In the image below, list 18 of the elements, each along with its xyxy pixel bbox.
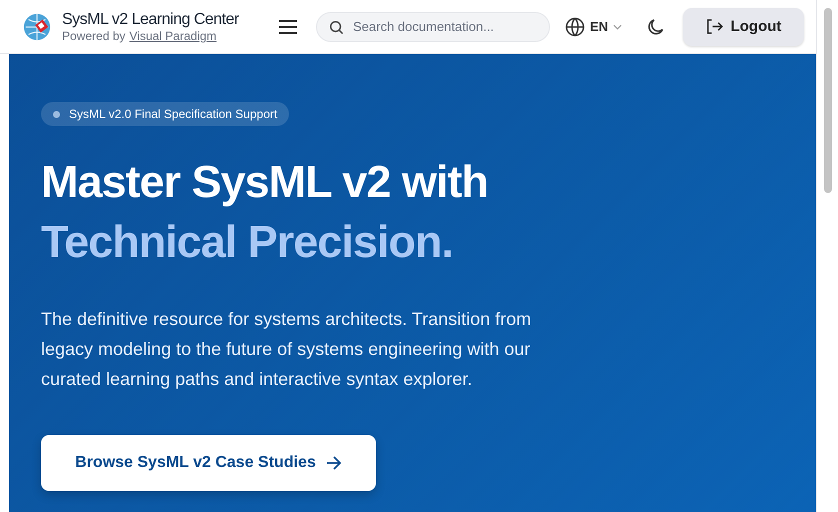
logo-icon xyxy=(22,12,52,42)
language-selector[interactable]: EN xyxy=(565,16,622,36)
logout-icon xyxy=(706,19,723,34)
arrow-right-icon xyxy=(326,456,342,470)
hero-heading: Master SysML v2 with xyxy=(41,155,489,209)
hero-description: The definitive resource for systems architects. Transition from legacy modeling to the future of systems engineering with our curated learning paths and interactive syntax explorer. xyxy=(41,308,532,391)
status-dot-icon xyxy=(53,110,60,118)
chevron-down-icon xyxy=(613,24,622,30)
hero-heading-highlight: Technical Precision. xyxy=(41,215,454,269)
case-studies-button[interactable]: Browse SysML v2 Case Studies xyxy=(41,435,376,491)
search-field[interactable]: Search documentation... xyxy=(316,12,550,42)
visual-paradigm-link[interactable]: Visual Paradigm xyxy=(129,29,217,43)
powered-by-text: Powered by xyxy=(62,29,126,43)
globe-icon xyxy=(565,16,585,36)
site-title: SysML v2 Learning Center xyxy=(62,10,239,29)
menu-icon[interactable] xyxy=(278,18,298,34)
logout-button[interactable]: Logout xyxy=(683,8,804,46)
badge-text: SysML v2.0 Final Specification Support xyxy=(69,107,278,121)
